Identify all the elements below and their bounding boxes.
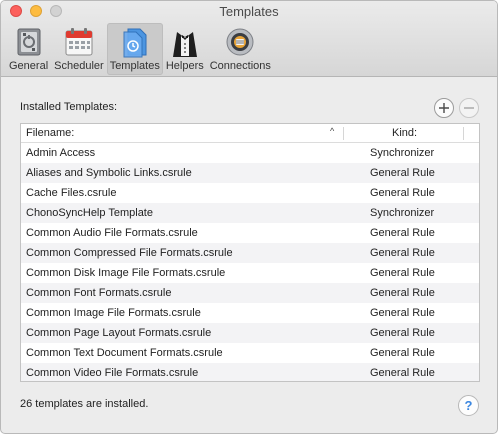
cell-filename: Admin Access <box>26 147 96 159</box>
toolbar-scheduler-label: Scheduler <box>54 60 104 72</box>
templates-document-icon <box>123 28 147 58</box>
cell-filename: Common Image File Formats.csrule <box>26 307 201 319</box>
column-header-kind[interactable]: Kind: <box>392 127 417 139</box>
general-switch-icon <box>17 28 41 56</box>
title-bar: Templates General Scheduler Templates He… <box>1 1 497 77</box>
window-title: Templates <box>219 4 279 19</box>
toolbar-helpers[interactable]: Helpers <box>163 23 207 75</box>
butler-icon <box>172 32 197 57</box>
cell-filename: Aliases and Symbolic Links.csrule <box>26 167 192 179</box>
cell-filename: Common Video File Formats.csrule <box>26 367 199 379</box>
table-row[interactable]: Common Video File Formats.csrule General… <box>21 363 479 381</box>
connections-globe-icon <box>226 28 254 56</box>
toolbar-general-label: General <box>9 60 49 72</box>
column-header-filename[interactable]: Filename: <box>26 127 74 139</box>
cell-filename: ChonoSyncHelp Template <box>26 207 153 219</box>
help-button[interactable]: ? <box>458 395 479 416</box>
cell-filename: Common Page Layout Formats.csrule <box>26 327 212 339</box>
toolbar-scheduler[interactable]: Scheduler <box>51 23 107 75</box>
templates-table[interactable]: Filename: ^ Kind: Admin Access Synchroni… <box>20 123 480 382</box>
cell-kind: General Rule <box>370 367 435 379</box>
cell-kind: Synchronizer <box>370 207 435 219</box>
table-row[interactable]: Cache Files.csrule General Rule <box>21 183 479 203</box>
column-divider <box>463 127 464 140</box>
toolbar-connections[interactable]: Connections <box>207 23 274 75</box>
cell-kind: General Rule <box>370 167 435 179</box>
preferences-toolbar: General Scheduler Templates Helpers Conn… <box>6 23 274 75</box>
cell-filename: Common Audio File Formats.csrule <box>26 227 198 239</box>
cell-kind: General Rule <box>370 347 435 359</box>
table-row[interactable]: Admin Access Synchronizer <box>21 143 479 163</box>
minus-icon <box>464 107 474 109</box>
cell-filename: Cache Files.csrule <box>26 187 117 199</box>
toolbar-connections-label: Connections <box>209 60 271 72</box>
preferences-window: Templates General Scheduler Templates He… <box>0 0 498 434</box>
templates-count-status: 26 templates are installed. <box>20 398 149 410</box>
toolbar-helpers-label: Helpers <box>165 60 204 72</box>
column-divider <box>343 127 344 140</box>
cell-kind: General Rule <box>370 227 435 239</box>
cell-filename: Common Font Formats.csrule <box>26 287 172 299</box>
cell-kind: General Rule <box>370 187 435 199</box>
add-template-button[interactable] <box>434 98 454 118</box>
table-body: Admin Access Synchronizer Aliases and Sy… <box>21 143 479 381</box>
installed-templates-label: Installed Templates: <box>20 101 118 113</box>
table-header: Filename: ^ Kind: <box>21 124 479 143</box>
cell-kind: General Rule <box>370 247 435 259</box>
cell-kind: General Rule <box>370 287 435 299</box>
table-row[interactable]: Common Image File Formats.csrule General… <box>21 303 479 323</box>
cell-kind: General Rule <box>370 307 435 319</box>
toolbar-general[interactable]: General <box>6 23 51 75</box>
cell-kind: Synchronizer <box>370 147 435 159</box>
calendar-icon <box>65 28 93 56</box>
remove-template-button[interactable] <box>459 98 479 118</box>
table-row[interactable]: Common Audio File Formats.csrule General… <box>21 223 479 243</box>
toolbar-templates-label: Templates <box>109 60 160 72</box>
table-row[interactable]: ChonoSyncHelp Template Synchronizer <box>21 203 479 223</box>
table-row[interactable]: Common Text Document Formats.csrule Gene… <box>21 343 479 363</box>
cell-kind: General Rule <box>370 327 435 339</box>
toolbar-templates[interactable]: Templates <box>106 23 163 75</box>
table-row[interactable]: Common Page Layout Formats.csrule Genera… <box>21 323 479 343</box>
table-row[interactable]: Common Font Formats.csrule General Rule <box>21 283 479 303</box>
cell-filename: Common Text Document Formats.csrule <box>26 347 223 359</box>
cell-filename: Common Disk Image File Formats.csrule <box>26 267 226 279</box>
table-row[interactable]: Aliases and Symbolic Links.csrule Genera… <box>21 163 479 183</box>
sort-ascending-icon[interactable]: ^ <box>330 126 334 136</box>
plus-icon <box>439 103 449 113</box>
table-row[interactable]: Common Compressed File Formats.csrule Ge… <box>21 243 479 263</box>
table-row[interactable]: Common Disk Image File Formats.csrule Ge… <box>21 263 479 283</box>
cell-kind: General Rule <box>370 267 435 279</box>
cell-filename: Common Compressed File Formats.csrule <box>26 247 233 259</box>
